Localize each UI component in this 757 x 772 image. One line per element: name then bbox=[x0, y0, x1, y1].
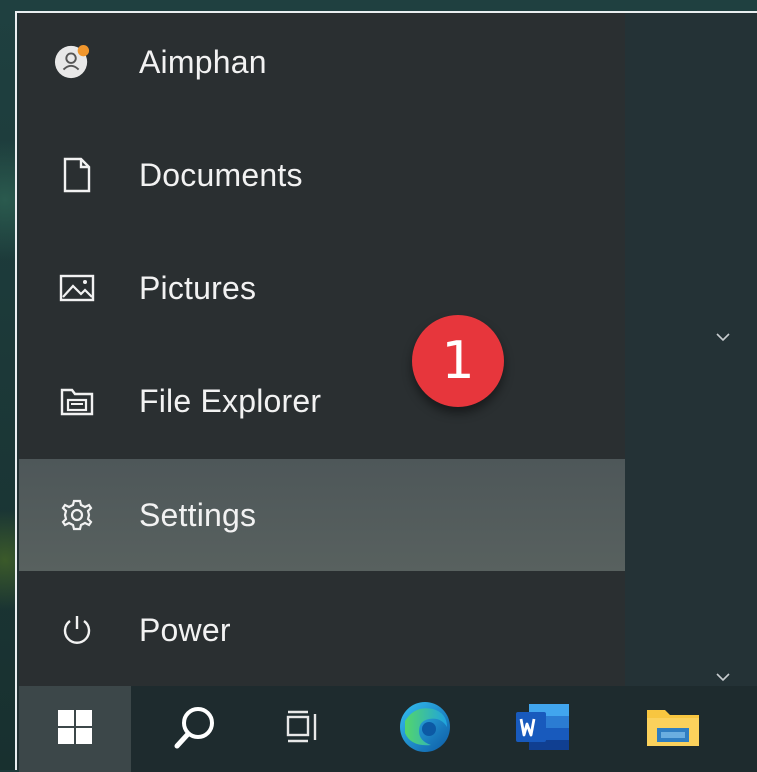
word-button[interactable] bbox=[487, 686, 599, 772]
start-button[interactable] bbox=[19, 686, 131, 772]
gear-icon bbox=[59, 497, 95, 533]
documents-button[interactable]: Documents bbox=[19, 119, 625, 231]
pictures-button[interactable]: Pictures bbox=[19, 232, 625, 344]
edge-button[interactable] bbox=[369, 686, 481, 772]
word-icon bbox=[513, 700, 573, 759]
pictures-label: Pictures bbox=[139, 269, 257, 306]
start-menu-left-pane: Aimphan Documents Pictures File Explorer… bbox=[19, 13, 625, 686]
file-explorer-icon bbox=[59, 383, 95, 419]
chevron-down-icon[interactable] bbox=[711, 325, 735, 349]
settings-button[interactable]: Settings bbox=[19, 459, 625, 571]
search-icon bbox=[173, 704, 217, 755]
pictures-icon bbox=[59, 270, 95, 306]
tiles-area bbox=[625, 13, 757, 686]
power-button[interactable]: Power bbox=[19, 574, 625, 686]
windows-logo-icon bbox=[56, 708, 94, 751]
power-label: Power bbox=[139, 611, 231, 648]
settings-label: Settings bbox=[139, 496, 257, 533]
annotation-badge: 1 bbox=[412, 315, 504, 407]
search-button[interactable] bbox=[139, 686, 251, 772]
taskbar bbox=[19, 686, 757, 772]
file-explorer-taskbar-button[interactable] bbox=[617, 686, 729, 772]
power-icon bbox=[59, 612, 95, 648]
user-avatar-icon bbox=[54, 44, 90, 80]
task-view-icon bbox=[285, 710, 321, 749]
start-menu-window: Aimphan Documents Pictures File Explorer… bbox=[15, 11, 757, 772]
edge-icon bbox=[397, 699, 453, 760]
account-button[interactable]: Aimphan bbox=[19, 6, 625, 118]
file-explorer-button[interactable]: File Explorer bbox=[19, 345, 625, 457]
account-name: Aimphan bbox=[139, 43, 267, 80]
file-explorer-label: File Explorer bbox=[139, 382, 322, 419]
task-view-button[interactable] bbox=[247, 686, 359, 772]
documents-label: Documents bbox=[139, 156, 303, 193]
file-explorer-taskbar-icon bbox=[643, 702, 703, 757]
document-icon bbox=[59, 157, 95, 193]
